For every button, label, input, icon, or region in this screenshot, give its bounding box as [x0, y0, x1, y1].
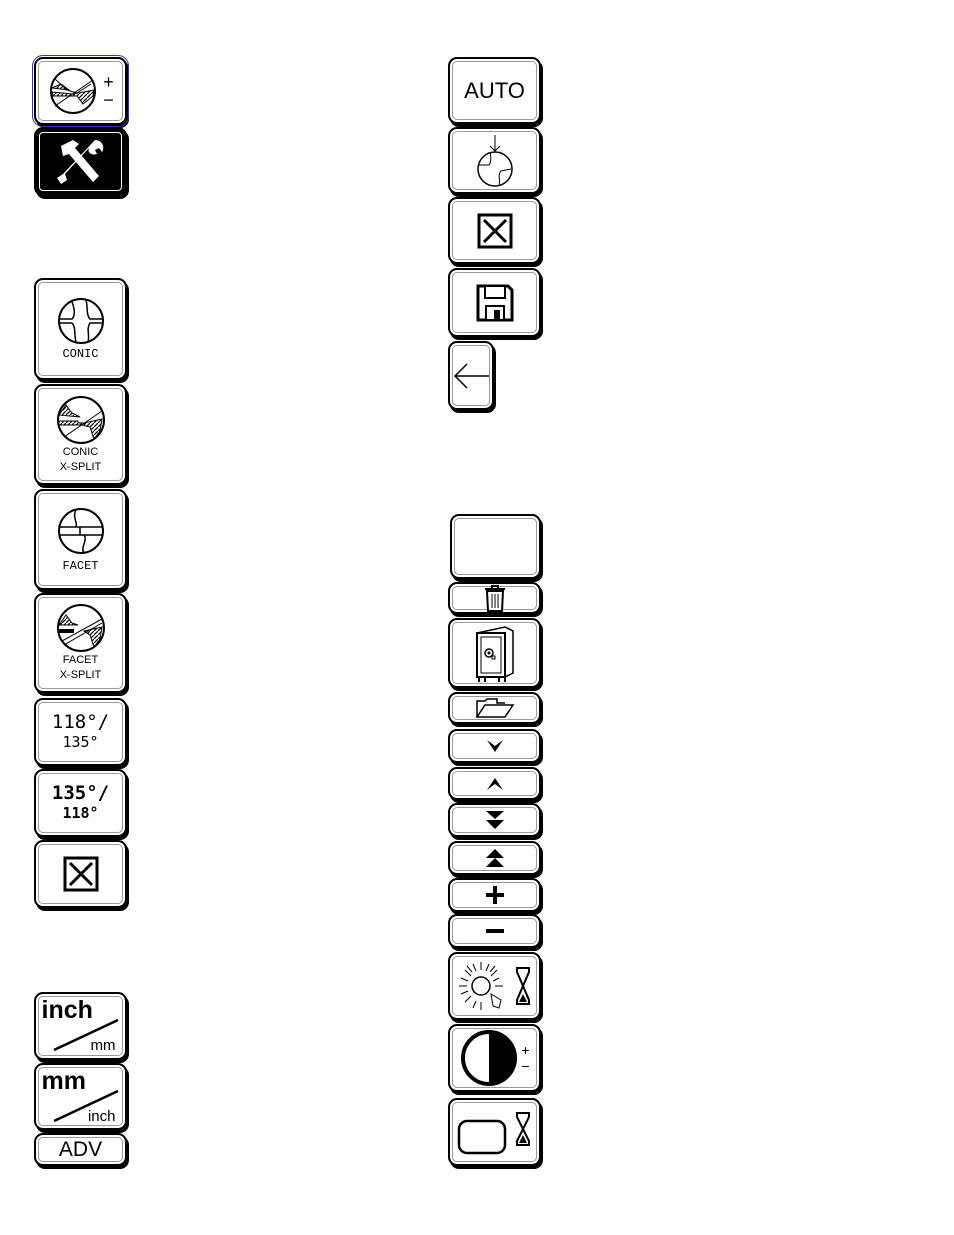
auto-label: AUTO	[464, 77, 525, 103]
lens-facet-icon	[57, 507, 104, 554]
screen-hourglass-icon	[457, 1112, 530, 1155]
scroll-up-button[interactable]	[448, 767, 541, 800]
facet-button[interactable]: FACET	[34, 489, 127, 590]
floppy-disk-icon	[476, 284, 513, 321]
safe-icon	[475, 626, 514, 682]
lens-conic-icon	[57, 298, 104, 344]
tools-button[interactable]	[34, 127, 127, 196]
facet-xsplit-label-1: FACET	[62, 654, 99, 666]
decrease-button[interactable]	[448, 914, 541, 948]
minus-icon	[485, 929, 504, 933]
contrast-button[interactable]: + −	[448, 1024, 541, 1092]
delete-button[interactable]	[448, 582, 541, 614]
wrench-hammer-icon	[56, 139, 103, 184]
back-button[interactable]	[448, 341, 494, 410]
angle-bottom: 135°	[62, 733, 99, 751]
lens-trace-button[interactable]	[448, 127, 541, 194]
scroll-down-button[interactable]	[448, 729, 541, 763]
chevron-down-icon	[486, 740, 503, 752]
screensaver-hourglass-icon	[458, 962, 530, 1010]
button-icon-sheet: + − CONIC CONIC X-SPLIT FACET FACET X-SP…	[0, 0, 954, 1235]
unit-bottom: mm	[90, 1037, 116, 1054]
display-timer-button[interactable]	[448, 1098, 541, 1166]
trash-icon	[484, 585, 505, 612]
folder-open-icon	[475, 698, 514, 718]
unit-top: mm	[41, 1066, 86, 1095]
close-box-icon	[63, 856, 98, 892]
page-up-button[interactable]	[448, 841, 541, 875]
screensaver-timer-button[interactable]	[448, 952, 541, 1020]
minus-label: −	[521, 1058, 530, 1074]
page-down-button[interactable]	[448, 803, 541, 837]
double-chevron-down-icon	[485, 811, 504, 829]
lens-conic-xsplit-icon	[56, 395, 105, 444]
angle-135-118-button[interactable]: 135°/ 118°	[34, 769, 127, 837]
inch-mm-button[interactable]: inch mm	[34, 992, 127, 1060]
plus-label: +	[521, 1042, 530, 1058]
unit-bottom: inch	[87, 1107, 116, 1125]
cancel-button-right[interactable]	[448, 197, 541, 264]
auto-button[interactable]: AUTO	[448, 57, 541, 124]
adv-label: ADV	[58, 1137, 103, 1161]
plus-label: +	[103, 72, 114, 92]
lens-adjust-button[interactable]: + −	[32, 55, 129, 127]
open-folder-button[interactable]	[448, 692, 541, 724]
conic-xsplit-button[interactable]: CONIC X-SPLIT	[34, 384, 127, 485]
contrast-icon	[461, 1030, 518, 1086]
minus-label: −	[103, 90, 114, 110]
facet-xsplit-button[interactable]: FACET X-SPLIT	[34, 593, 127, 693]
increase-button[interactable]	[448, 878, 541, 912]
lens-xsplit-icon	[50, 68, 97, 114]
lens-facet-xsplit-icon	[56, 604, 105, 652]
conic-xsplit-label-1: CONIC	[62, 445, 99, 458]
cancel-button[interactable]	[34, 840, 127, 908]
facet-label: FACET	[62, 558, 99, 573]
adv-button[interactable]: ADV	[34, 1133, 127, 1166]
mm-inch-button[interactable]: mm inch	[34, 1063, 127, 1130]
double-chevron-up-icon	[485, 849, 504, 867]
save-button[interactable]	[448, 268, 541, 337]
close-box-icon	[477, 213, 512, 248]
angle-top: 135°/	[51, 782, 110, 804]
angle-top: 118°/	[51, 711, 110, 733]
angle-118-135-button[interactable]: 118°/ 135°	[34, 698, 127, 766]
blank-button[interactable]	[450, 514, 541, 579]
safe-storage-button[interactable]	[448, 618, 541, 688]
arrow-left-icon	[453, 362, 489, 389]
conic-xsplit-label-2: X-SPLIT	[59, 460, 102, 473]
conic-label: CONIC	[62, 347, 99, 361]
facet-xsplit-label-2: X-SPLIT	[59, 669, 102, 681]
plus-icon	[485, 886, 504, 904]
chevron-up-icon	[486, 777, 503, 790]
angle-bottom: 118°	[62, 804, 99, 822]
conic-button[interactable]: CONIC	[34, 278, 127, 380]
unit-top: inch	[41, 996, 93, 1024]
lens-arrow-down-icon	[476, 134, 513, 187]
